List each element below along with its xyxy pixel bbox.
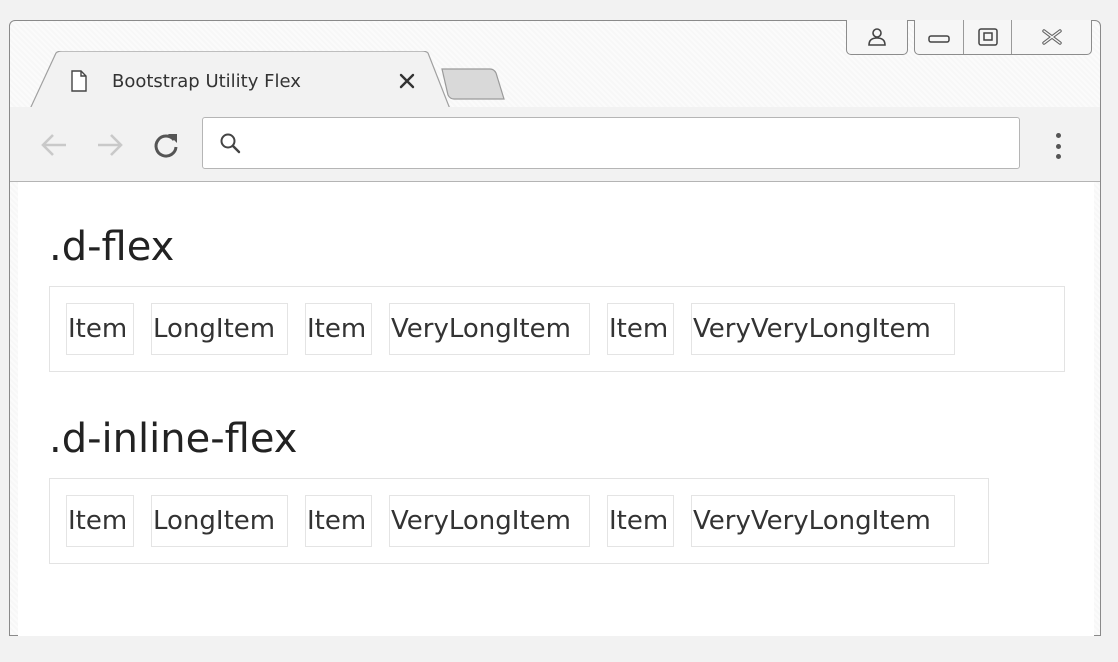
- flex-item: Item: [305, 495, 372, 547]
- page-content: .d-flex Item LongItem Item VeryLongItem …: [18, 182, 1094, 636]
- restore-button[interactable]: [963, 20, 1011, 54]
- browser-toolbar: [10, 107, 1100, 182]
- flex-item: VeryVeryLongItem: [691, 303, 955, 355]
- page-icon: [71, 70, 87, 92]
- browser-window: Bootstrap Utility Flex .d-flex Item Long…: [9, 20, 1101, 636]
- d-flex-container: Item LongItem Item VeryLongItem Item Ver…: [49, 286, 1065, 372]
- menu-button[interactable]: [1048, 129, 1068, 163]
- search-icon: [220, 133, 241, 154]
- window-controls: [846, 20, 1092, 55]
- arrow-left-icon: [41, 134, 66, 156]
- address-input[interactable]: [255, 126, 999, 162]
- arrow-right-icon: [98, 134, 123, 156]
- close-window-button[interactable]: [1011, 20, 1091, 54]
- menu-dot: [1055, 143, 1061, 149]
- window-button-group: [914, 20, 1092, 55]
- tab-close-button[interactable]: [394, 68, 420, 94]
- forward-button[interactable]: [94, 129, 126, 161]
- tab-active[interactable]: Bootstrap Utility Flex: [30, 51, 450, 109]
- user-icon: [868, 28, 886, 46]
- menu-dot: [1055, 154, 1061, 159]
- section-heading-d-flex: .d-flex: [49, 224, 175, 270]
- flex-item: VeryVeryLongItem: [691, 495, 955, 547]
- flex-item: VeryLongItem: [389, 495, 590, 547]
- flex-item: Item: [66, 303, 134, 355]
- d-inline-flex-container: Item LongItem Item VeryLongItem Item Ver…: [49, 478, 989, 564]
- reload-button[interactable]: [150, 129, 182, 161]
- address-bar[interactable]: [202, 117, 1020, 169]
- back-button[interactable]: [38, 129, 70, 161]
- flex-item: Item: [66, 495, 134, 547]
- profile-control-group: [846, 20, 908, 55]
- reload-icon: [154, 134, 178, 158]
- section-heading-d-inline-flex: .d-inline-flex: [49, 416, 298, 462]
- flex-item: LongItem: [151, 303, 288, 355]
- user-profile-button[interactable]: [847, 20, 907, 54]
- flex-item: Item: [607, 303, 674, 355]
- minimize-icon: [928, 35, 950, 43]
- flex-item: LongItem: [151, 495, 288, 547]
- tab-title: Bootstrap Utility Flex: [112, 71, 301, 92]
- flex-item: Item: [305, 303, 372, 355]
- minimize-button[interactable]: [915, 20, 963, 54]
- new-tab-button[interactable]: [440, 67, 506, 101]
- close-icon: [1041, 29, 1062, 45]
- restore-icon: [977, 28, 998, 46]
- flex-item: VeryLongItem: [389, 303, 590, 355]
- menu-dot: [1055, 133, 1061, 138]
- flex-item: Item: [607, 495, 674, 547]
- close-tab-icon: [399, 73, 415, 89]
